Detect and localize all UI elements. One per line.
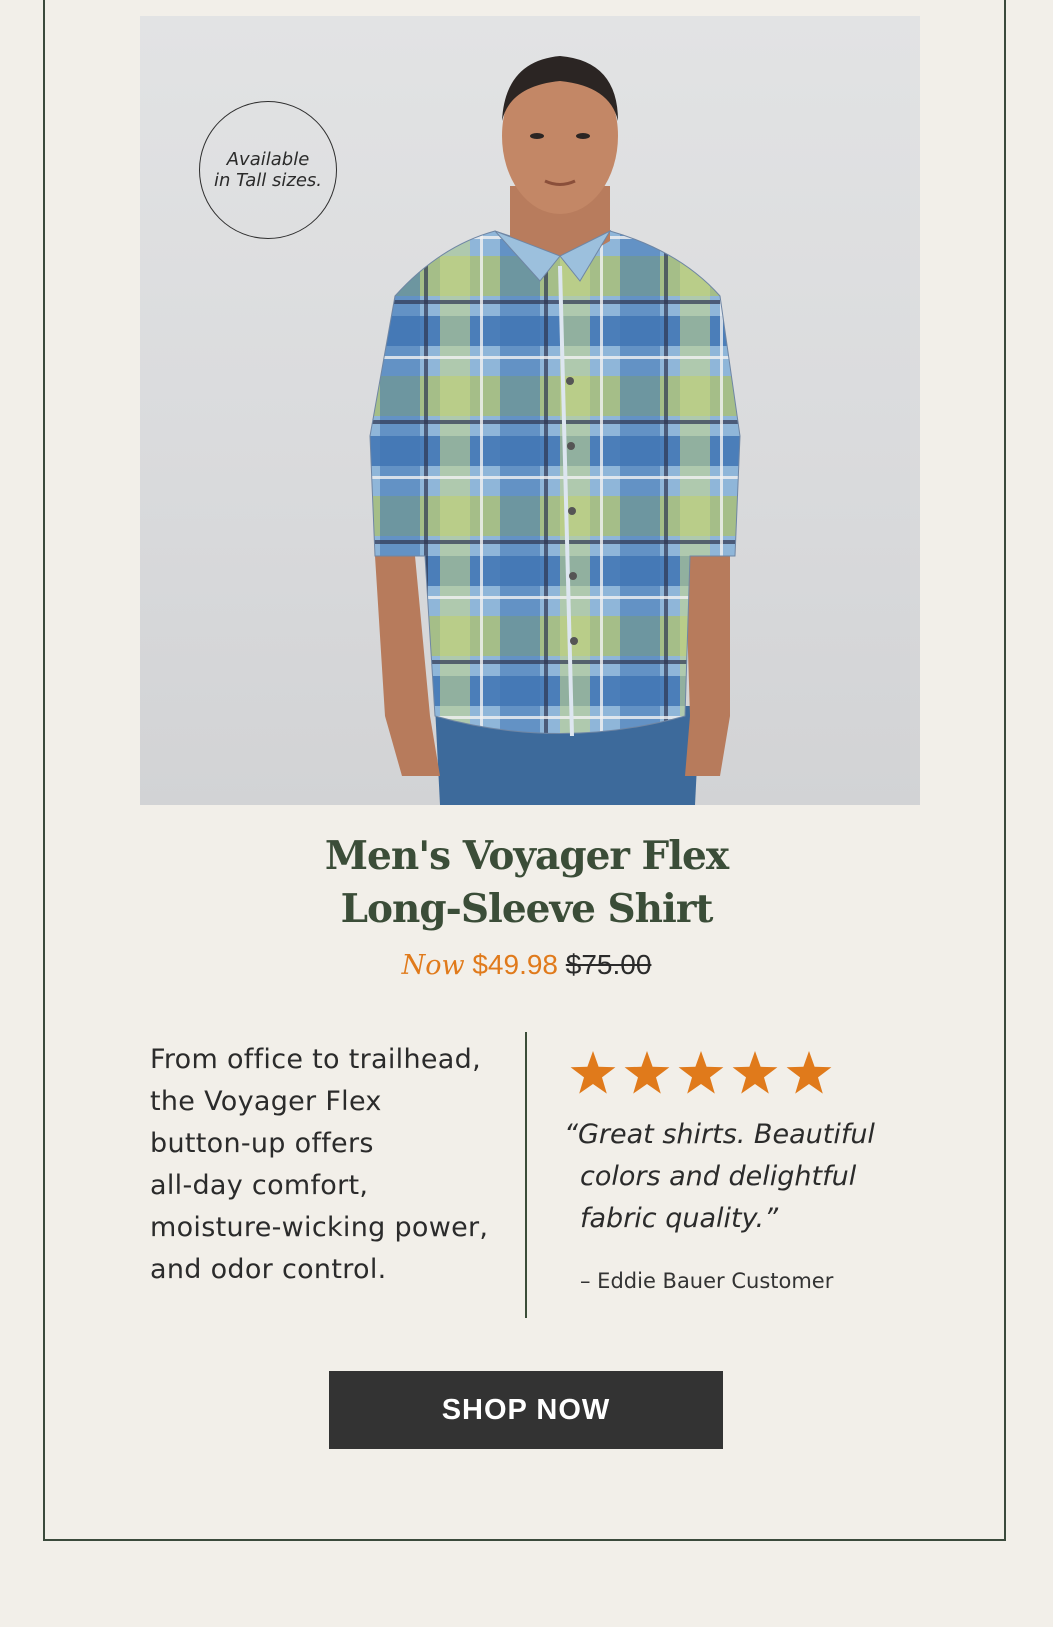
- quote-line: colors and delightful: [580, 1161, 857, 1192]
- quote-line: fabric quality.”: [580, 1203, 779, 1234]
- star-rating: [569, 1050, 833, 1096]
- star-icon: [786, 1051, 832, 1094]
- star-icon: [678, 1051, 724, 1094]
- vertical-divider: [525, 1032, 527, 1318]
- description-line: From office to trailhead,: [150, 1044, 481, 1075]
- product-title-line-1: Men's Voyager Flex: [324, 833, 729, 879]
- description-line: button-up offers: [150, 1128, 374, 1159]
- original-price: $75.00: [565, 949, 652, 980]
- star-icon: [732, 1051, 778, 1094]
- description-line: and odor control.: [150, 1254, 387, 1285]
- product-description: From office to trailhead, the Voyager Fl…: [150, 1039, 510, 1291]
- product-title-line-2: Long-Sleeve Shirt: [340, 886, 714, 932]
- sale-price: $49.98: [472, 949, 558, 980]
- product-price: Now $49.98 $75.00: [0, 948, 1053, 983]
- star-icon: [624, 1051, 670, 1094]
- tall-sizes-badge: Available in Tall sizes.: [199, 101, 337, 239]
- shop-now-button[interactable]: SHOP NOW: [329, 1371, 723, 1449]
- badge-line-2: in Tall sizes.: [214, 170, 322, 191]
- review-quote: “Great shirts. Beautiful colors and deli…: [564, 1114, 924, 1240]
- quote-line: “Great shirts. Beautiful: [564, 1119, 875, 1150]
- description-line: moisture-wicking power,: [150, 1212, 489, 1243]
- description-line: all-day comfort,: [150, 1170, 369, 1201]
- star-icon: [570, 1051, 616, 1094]
- now-label: Now: [401, 950, 465, 981]
- badge-line-1: Available: [226, 149, 310, 170]
- product-title[interactable]: Men's Voyager Flex Long-Sleeve Shirt: [0, 830, 1053, 936]
- description-line: the Voyager Flex: [150, 1086, 382, 1117]
- review-attribution: – Eddie Bauer Customer: [580, 1269, 834, 1293]
